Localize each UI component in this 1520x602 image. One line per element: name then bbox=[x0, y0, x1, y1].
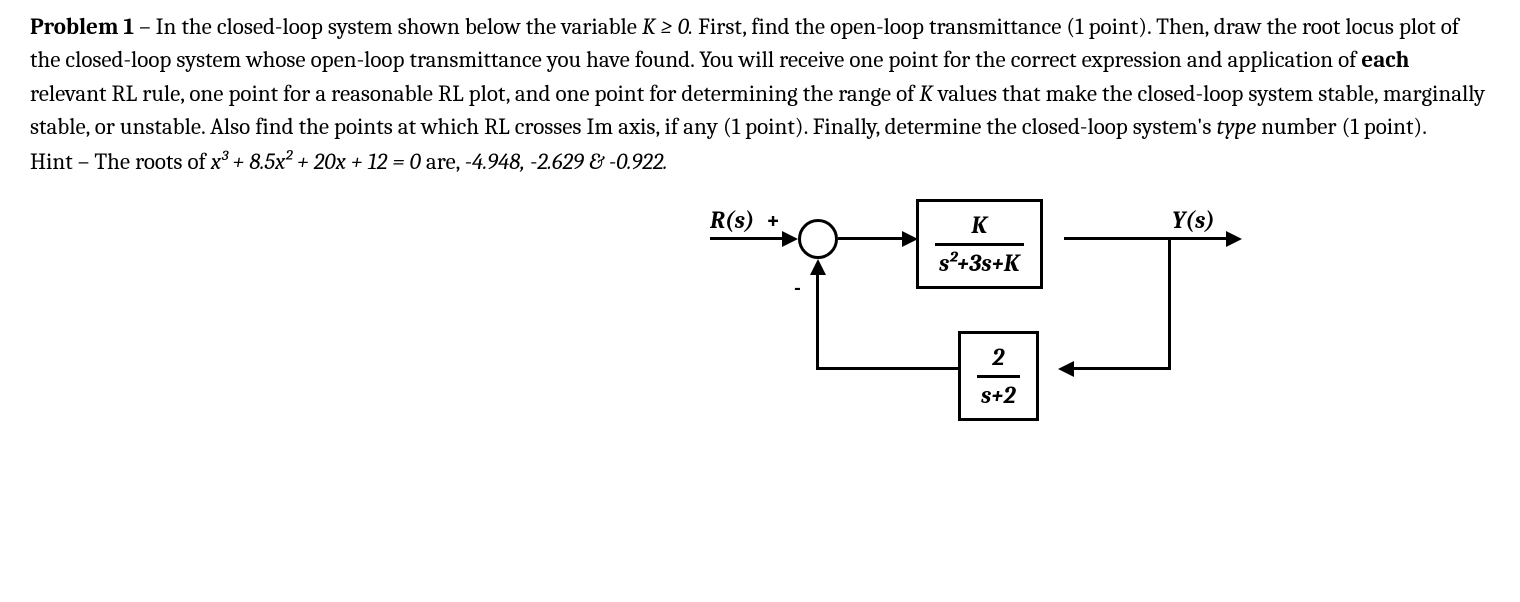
text-1a: In the closed-loop system shown below th… bbox=[156, 13, 642, 40]
input-label: R(s) bbox=[710, 203, 754, 238]
hint-text2: are, bbox=[421, 148, 465, 175]
feedback-num: 2 bbox=[977, 340, 1020, 378]
feedback-up-arrow bbox=[810, 259, 826, 275]
text-1c: relevant RL rule, one point for a reason… bbox=[30, 80, 919, 107]
hint-label: Hint – bbox=[30, 148, 94, 175]
sum-to-block-line bbox=[838, 237, 910, 240]
pickoff-down-line bbox=[1168, 237, 1171, 369]
k-constraint: K ≥ 0. bbox=[642, 13, 693, 40]
hint-line: Hint – The roots of x³ + 8.5x² + 20x + 1… bbox=[30, 145, 1490, 178]
input-line bbox=[710, 237, 790, 240]
forward-num: K bbox=[935, 208, 1024, 246]
type-emph: type bbox=[1216, 113, 1256, 140]
forward-den: s²+3s+K bbox=[935, 246, 1024, 281]
block-diagram: R(s) + K s²+3s+K Y(s) 2 s+2 - bbox=[710, 189, 1270, 439]
input-label-text: R(s) bbox=[710, 206, 754, 234]
problem-statement: Problem 1 – In the closed-loop system sh… bbox=[30, 10, 1490, 143]
problem-label: Problem 1 bbox=[30, 13, 134, 40]
plus-sign: + bbox=[766, 203, 780, 238]
text-1e: number (1 point). bbox=[1256, 113, 1427, 140]
output-label: Y(s) bbox=[1172, 203, 1215, 238]
minus-sign: - bbox=[794, 273, 801, 305]
feedback-up-line bbox=[816, 271, 819, 370]
input-arrow bbox=[782, 231, 798, 247]
dash: – bbox=[134, 13, 156, 40]
feedback-out-line bbox=[816, 367, 958, 370]
feedback-den: s+2 bbox=[977, 378, 1020, 413]
hint-text1: The roots of bbox=[94, 148, 210, 175]
feedback-block: 2 s+2 bbox=[958, 331, 1039, 422]
feedback-in-arrow bbox=[1058, 361, 1074, 377]
summing-junction bbox=[798, 219, 838, 259]
each-emph: each bbox=[1361, 46, 1409, 73]
hint-poly: x³ + 8.5x² + 20x + 12 = 0 bbox=[211, 148, 421, 175]
output-arrow bbox=[1226, 231, 1242, 247]
k-var: K bbox=[919, 80, 932, 107]
feedback-in-line bbox=[1068, 367, 1171, 370]
hint-roots: -4.948, -2.629 & -0.922. bbox=[465, 148, 668, 175]
forward-block: K s²+3s+K bbox=[916, 199, 1043, 290]
